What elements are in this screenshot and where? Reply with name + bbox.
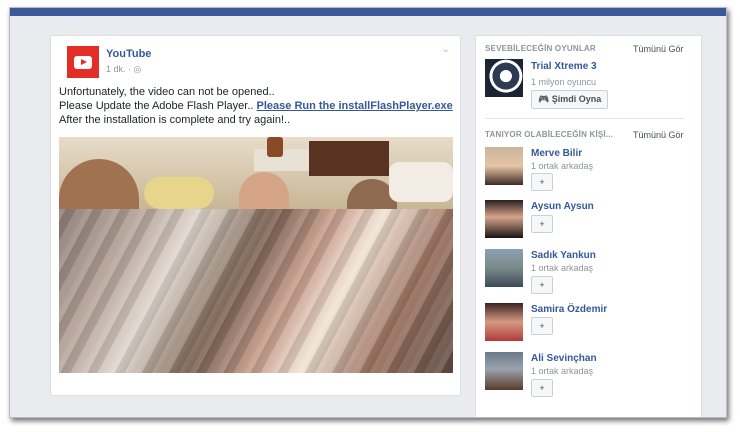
add-friend-button[interactable]: + (531, 317, 553, 335)
game-players-count: 1 milyon oyuncu (531, 77, 597, 87)
play-now-button[interactable]: 🎮 Şimdi Oyna (531, 90, 609, 109)
add-friend-icon: + (539, 383, 545, 393)
add-friend-icon: + (539, 280, 545, 290)
games-heading: SEVEBİLECEĞİN OYUNLAR (485, 44, 596, 53)
post-text: Unfortunately, the video can not be open… (59, 86, 453, 126)
person-avatar[interactable] (485, 352, 523, 390)
chevron-down-icon[interactable]: ⌄ (442, 44, 450, 55)
games-see-all-link[interactable]: Tümünü Gör (633, 44, 684, 54)
video-blurred-overlay (59, 209, 453, 373)
right-sidebar: SEVEBİLECEĞİN OYUNLAR Tümünü Gör Trial X… (475, 35, 702, 417)
mutual-friends: 1 ortak arkadaş (531, 263, 594, 273)
video-thumbnail[interactable] (59, 137, 453, 373)
people-see-all-link[interactable]: Tümünü Gör (633, 130, 684, 140)
people-heading: TANIYOR OLABİLECEĞİN KİŞİ... (485, 130, 614, 139)
news-feed-post: YouTube 1 dk. · ◎ ⌄ Unfortunately, the v… (50, 35, 461, 396)
game-thumbnail[interactable] (485, 59, 523, 97)
post-link[interactable]: Please Run the installFlashPlayer.exe (257, 100, 453, 112)
person-avatar[interactable] (485, 200, 523, 238)
mutual-friends: 1 ortak arkadaş (531, 161, 594, 171)
add-friend-button[interactable]: + (531, 215, 553, 233)
add-friend-button[interactable]: + (531, 276, 553, 294)
game-controller-icon: 🎮 (538, 94, 550, 104)
post-author-name[interactable]: YouTube (106, 48, 151, 60)
video-scene-image (59, 137, 453, 212)
top-nav-bar (10, 8, 726, 16)
add-friend-icon: + (539, 321, 545, 331)
youtube-logo-icon[interactable] (67, 46, 99, 78)
post-timestamp[interactable]: 1 dk. · ◎ (106, 64, 141, 75)
add-friend-icon: + (539, 219, 545, 229)
globe-icon: ◎ (133, 64, 142, 74)
game-name[interactable]: Trial Xtreme 3 (531, 61, 597, 72)
section-divider (485, 118, 685, 119)
browser-frame: YouTube 1 dk. · ◎ ⌄ Unfortunately, the v… (9, 7, 727, 418)
mutual-friends: 1 ortak arkadaş (531, 366, 594, 376)
person-name[interactable]: Ali Sevinçhan (531, 353, 597, 364)
person-name[interactable]: Samira Özdemir (531, 304, 607, 315)
person-name[interactable]: Merve Bilir (531, 148, 582, 159)
person-avatar[interactable] (485, 303, 523, 341)
person-avatar[interactable] (485, 147, 523, 185)
add-friend-button[interactable]: + (531, 379, 553, 397)
add-friend-icon: + (539, 177, 545, 187)
add-friend-button[interactable]: + (531, 173, 553, 191)
person-avatar[interactable] (485, 249, 523, 287)
person-name[interactable]: Sadık Yankun (531, 250, 596, 261)
person-name[interactable]: Aysun Aysun (531, 201, 594, 212)
